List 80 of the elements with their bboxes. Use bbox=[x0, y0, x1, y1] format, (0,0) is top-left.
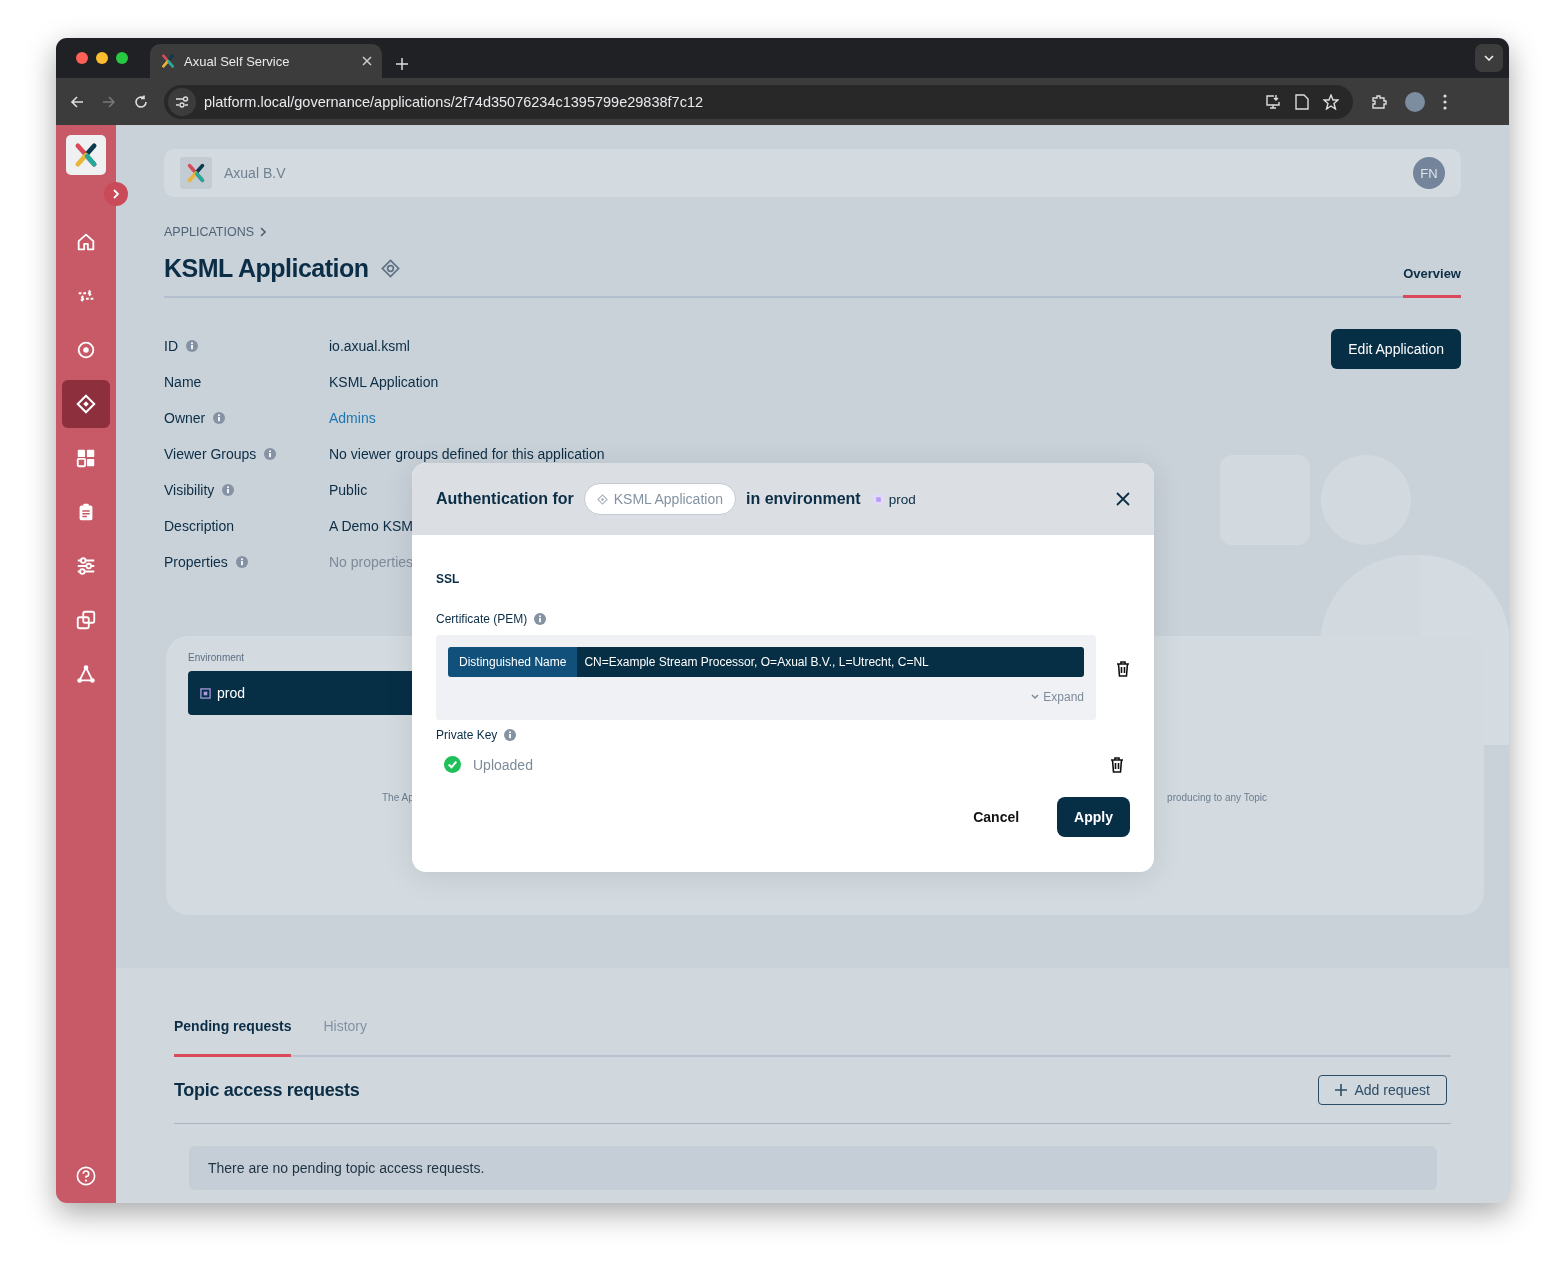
new-tab-icon[interactable] bbox=[396, 58, 408, 70]
field-label: ID bbox=[164, 338, 178, 354]
field-value: A Demo KSM bbox=[329, 518, 414, 534]
extensions-icon[interactable] bbox=[1371, 93, 1387, 110]
field-value: CN=Example Stream Processor, O=Axual B.V., L=Utrecht, C=NL bbox=[577, 647, 1085, 677]
delete-icon[interactable] bbox=[1110, 756, 1124, 773]
breadcrumb-link[interactable]: APPLICATIONS bbox=[164, 225, 255, 239]
apply-button[interactable]: Apply bbox=[1057, 797, 1130, 837]
logo-icon bbox=[72, 141, 100, 169]
logo-icon bbox=[160, 53, 176, 69]
target-icon bbox=[75, 339, 97, 361]
chevron-down-icon bbox=[1031, 694, 1040, 700]
close-window-button[interactable] bbox=[76, 52, 88, 64]
environment-label: Environment bbox=[188, 652, 245, 663]
maximize-window-button[interactable] bbox=[116, 52, 128, 64]
sidebar-item[interactable] bbox=[62, 380, 110, 428]
field-label: Owner bbox=[164, 410, 206, 426]
nodes-icon bbox=[75, 663, 97, 685]
url-text: platform.local/governance/applications/2f74d35076234c1395799e29838f7c12 bbox=[204, 93, 705, 110]
empty-message: There are no pending topic access requests. bbox=[189, 1146, 1437, 1190]
field-label: Distinguished Name bbox=[448, 647, 578, 677]
field-value: No viewer groups defined for this application bbox=[329, 446, 605, 462]
logo-icon bbox=[185, 162, 207, 184]
grid-icon bbox=[75, 447, 97, 469]
field-label: Description bbox=[164, 518, 235, 534]
edit-application-button[interactable]: Edit Application bbox=[1331, 329, 1461, 369]
address-bar[interactable]: platform.local/governance/applications/2f74d35076234c1395799e29838f7c12 bbox=[164, 84, 1353, 119]
diamond-icon bbox=[75, 393, 97, 415]
chevron-down-icon bbox=[1484, 55, 1494, 61]
add-request-button[interactable]: Add request bbox=[1317, 1075, 1447, 1105]
application-chip: KSML Application bbox=[583, 483, 736, 515]
field-label: Properties bbox=[164, 554, 228, 570]
field-label: Name bbox=[164, 374, 202, 390]
environment-icon bbox=[200, 687, 211, 699]
diamond-icon bbox=[596, 493, 608, 505]
field-label: Certificate (PEM) bbox=[436, 612, 528, 626]
field-label: Visibility bbox=[164, 482, 215, 498]
bookmark-star-icon[interactable] bbox=[1323, 93, 1339, 110]
home-icon bbox=[75, 231, 97, 253]
plus-icon bbox=[1334, 1084, 1347, 1096]
environment-button[interactable]: prod bbox=[188, 671, 412, 715]
back-icon[interactable] bbox=[70, 94, 84, 109]
organization-name: Axual B.V bbox=[224, 165, 287, 181]
environment-icon bbox=[872, 493, 884, 505]
forward-icon[interactable] bbox=[102, 94, 116, 109]
section-title: Topic access requests bbox=[174, 1079, 360, 1101]
copy-icon bbox=[75, 609, 97, 631]
cancel-button[interactable]: Cancel bbox=[967, 808, 1026, 826]
chevron-right-icon bbox=[113, 189, 119, 199]
dialog-title: in environment bbox=[746, 490, 861, 508]
dialog-title: Authentication for bbox=[436, 490, 574, 508]
page-title: KSML Application bbox=[164, 254, 369, 283]
browser-tab[interactable]: Axual Self Service bbox=[150, 44, 382, 78]
menu-icon[interactable] bbox=[1443, 93, 1447, 110]
help-icon[interactable] bbox=[76, 1166, 96, 1186]
requests-tab[interactable]: Pending requests bbox=[174, 1018, 292, 1057]
sliders-icon bbox=[75, 555, 97, 577]
install-icon[interactable] bbox=[1265, 93, 1281, 110]
field-value: KSML Application bbox=[329, 374, 439, 390]
delete-icon[interactable] bbox=[1116, 660, 1130, 677]
document-icon[interactable] bbox=[1295, 93, 1309, 110]
field-label: Viewer Groups bbox=[164, 446, 257, 462]
profile-avatar[interactable] bbox=[1405, 91, 1425, 112]
app-logo[interactable] bbox=[66, 135, 106, 175]
chevron-right-icon bbox=[260, 227, 267, 237]
info-text: producing to any Topic bbox=[1167, 792, 1267, 803]
application-icon bbox=[380, 259, 400, 278]
field-label: Private Key bbox=[436, 728, 498, 742]
section-heading: SSL bbox=[436, 572, 461, 586]
expand-sidebar-button[interactable] bbox=[104, 182, 128, 206]
site-settings-icon[interactable] bbox=[175, 95, 189, 108]
tab-search-button[interactable] bbox=[1475, 44, 1503, 72]
status-text: Uploaded bbox=[473, 756, 534, 773]
environment-name: prod bbox=[888, 491, 916, 507]
minimize-window-button[interactable] bbox=[96, 52, 108, 64]
close-icon[interactable] bbox=[1116, 492, 1130, 506]
field-value: io.axual.ksml bbox=[329, 338, 410, 354]
field-value: Public bbox=[329, 482, 368, 498]
page-tab[interactable]: Overview bbox=[1403, 266, 1461, 298]
reload-icon[interactable] bbox=[134, 94, 148, 109]
